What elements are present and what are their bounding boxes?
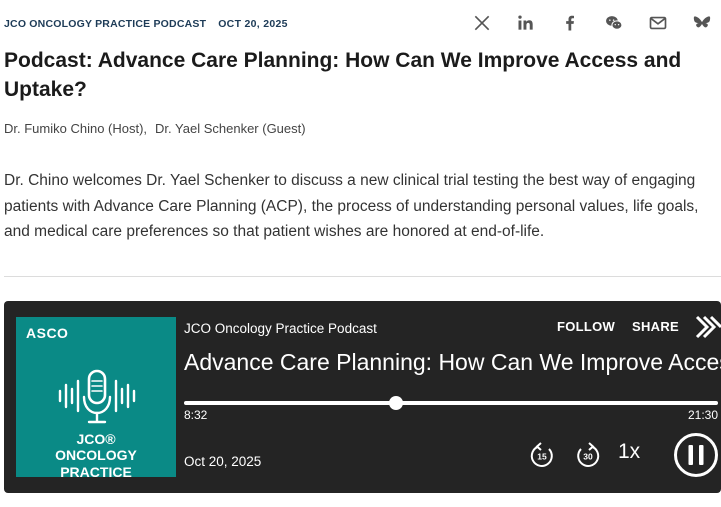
playback-speed-button[interactable]: 1x	[618, 440, 640, 464]
pause-icon[interactable]	[673, 432, 719, 478]
share-button[interactable]: SHARE	[632, 319, 679, 334]
linkedin-icon[interactable]	[515, 12, 537, 34]
section-divider	[4, 276, 721, 277]
author-list: Dr. Fumiko Chino (Host), Dr. Yael Schenk…	[4, 121, 306, 136]
episode-date: Oct 20, 2025	[184, 454, 262, 469]
bluesky-icon[interactable]	[691, 12, 713, 34]
host-author-link[interactable]: Dr. Fumiko Chino (Host),	[4, 121, 147, 136]
podcast-kicker: JCO ONCOLOGY PRACTICE PODCAST	[4, 18, 207, 30]
progress-thumb[interactable]	[388, 396, 403, 410]
publish-date: OCT 20, 2025	[218, 18, 288, 30]
article-meta: JCO ONCOLOGY PRACTICE PODCAST OCT 20, 20…	[4, 16, 288, 32]
show-name[interactable]: JCO Oncology Practice Podcast	[184, 321, 377, 336]
episode-title: Advance Care Planning: How Can We Improv…	[184, 349, 721, 375]
artwork-practice: PRACTICE	[60, 464, 132, 480]
article-title: Podcast: Advance Care Planning: How Can …	[4, 49, 682, 101]
artwork-oncology: ONCOLOGY	[55, 447, 137, 463]
facebook-icon[interactable]	[559, 12, 581, 34]
rewind-seconds: 15	[537, 452, 547, 462]
guest-author-link[interactable]: Dr. Yael Schenker (Guest)	[155, 121, 306, 136]
share-bar	[449, 12, 713, 34]
artwork-jco: JCO®	[76, 431, 116, 447]
total-time: 21:30	[687, 408, 718, 422]
forward-seconds: 30	[583, 452, 593, 462]
artwork-brand: ASCO	[26, 325, 69, 341]
podcast-player: ASCO JCO® ONCOLOGY PRACTICE JCO Oncology…	[4, 301, 721, 493]
x-icon[interactable]	[471, 12, 493, 34]
microphone-icon	[58, 369, 136, 424]
rewind-15-icon[interactable]: 15	[528, 441, 556, 469]
email-icon[interactable]	[647, 12, 669, 34]
progress-track[interactable]	[184, 396, 718, 410]
player-logo-icon[interactable]	[694, 315, 721, 339]
follow-button[interactable]: FOLLOW	[557, 319, 615, 334]
podcast-artwork: ASCO JCO® ONCOLOGY PRACTICE	[16, 317, 176, 480]
wechat-icon[interactable]	[603, 12, 625, 34]
article-description: Dr. Chino welcomes Dr. Yael Schenker to …	[4, 172, 699, 240]
current-time: 8:32	[184, 408, 208, 422]
forward-30-icon[interactable]: 30	[574, 441, 602, 469]
